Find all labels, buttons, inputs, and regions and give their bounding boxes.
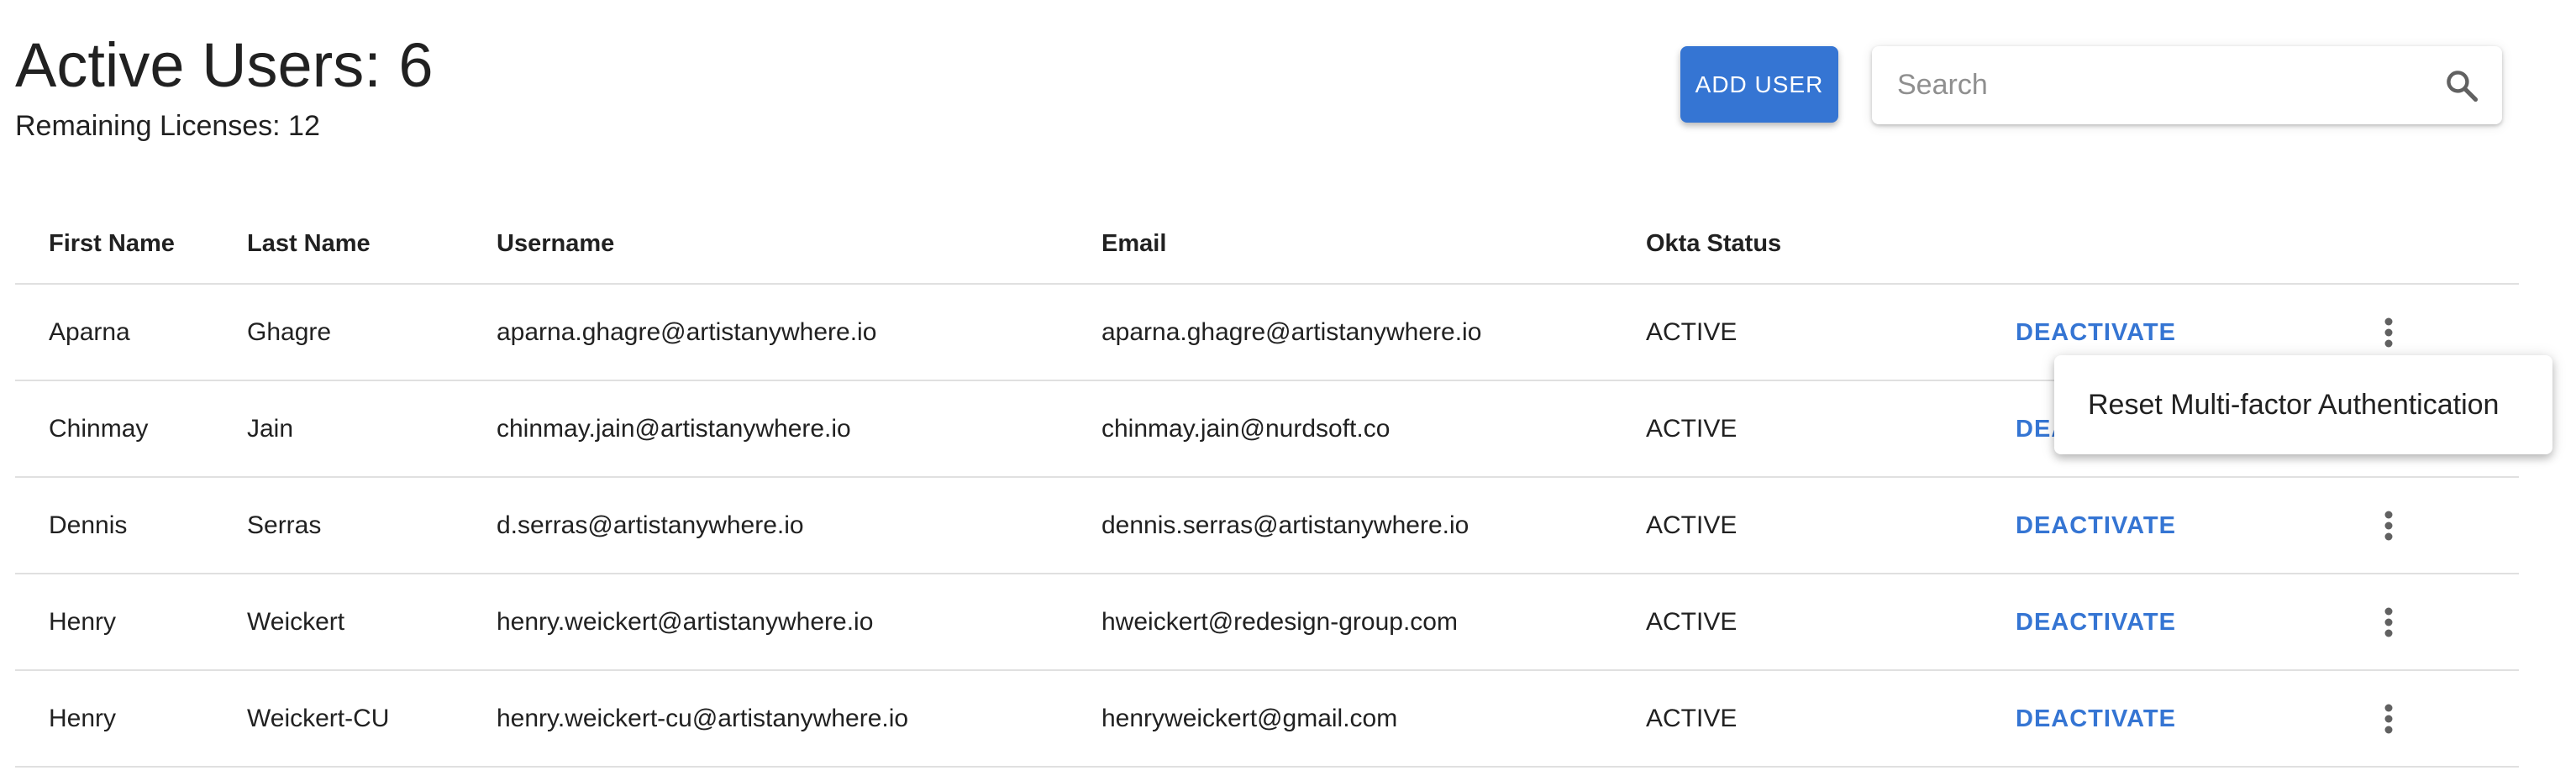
first-name-cell: Chinmay [15,380,247,478]
status-cell: ACTIVE [1646,284,2016,381]
last-name-cell: Weickert-CU [247,670,497,768]
more-cell [2352,574,2519,671]
first-name-cell: Dennis [15,477,247,574]
email-cell: aparna.ghagre@artistanywhere.io [1101,284,1646,381]
search-field [1872,46,2502,124]
column-header-username: Username [497,204,1101,285]
more-cell [2352,670,2519,768]
deactivate-button[interactable]: DEACTIVATE [2016,609,2176,636]
username-cell: henry.weickert@artistanywhere.io [497,574,1101,671]
last-name-cell: Serras [247,477,497,574]
email-cell: henryweickert@gmail.com [1101,670,1646,768]
username-cell: d.serras@artistanywhere.io [497,477,1101,574]
page-title: Active Users: 6 [15,30,434,100]
action-cell: DEACTIVATE [2016,477,2352,574]
action-cell: DEACTIVATE [2016,574,2352,671]
deactivate-button[interactable]: DEACTIVATE [2016,512,2176,539]
email-cell: chinmay.jain@nurdsoft.co [1101,380,1646,478]
first-name-cell: Aparna [15,284,247,381]
column-header-email: Email [1101,204,1646,285]
more-cell [2352,477,2519,574]
more-vert-icon[interactable] [2370,307,2407,358]
more-vert-icon[interactable] [2370,597,2407,647]
column-header-action [2016,204,2352,285]
column-header-last-name: Last Name [247,204,497,285]
table-header-row: First Name Last Name Username Email Okta… [15,204,2519,285]
first-name-cell: Henry [15,670,247,768]
last-name-cell: Ghagre [247,284,497,381]
action-cell: DEACTIVATE [2016,670,2352,768]
search-input[interactable] [1897,46,2401,124]
last-name-cell: Weickert [247,574,497,671]
deactivate-button[interactable]: DEACTIVATE [2016,705,2176,732]
reset-mfa-menu-item[interactable]: Reset Multi-factor Authentication [2054,355,2552,454]
status-cell: ACTIVE [1646,574,2016,671]
table-row: Henry Weickert henry.weickert@artistanyw… [15,574,2519,671]
row-actions-menu: Reset Multi-factor Authentication [2054,355,2552,454]
deactivate-button[interactable]: DEACTIVATE [2016,319,2176,346]
status-cell: ACTIVE [1646,670,2016,768]
column-header-more [2352,204,2519,285]
column-header-okta-status: Okta Status [1646,204,2016,285]
more-vert-icon[interactable] [2370,501,2407,551]
email-cell: dennis.serras@artistanywhere.io [1101,477,1646,574]
users-table: First Name Last Name Username Email Okta… [15,204,2519,768]
username-cell: henry.weickert-cu@artistanywhere.io [497,670,1101,768]
remaining-licenses: Remaining Licenses: 12 [15,110,320,142]
username-cell: chinmay.jain@artistanywhere.io [497,380,1101,478]
status-cell: ACTIVE [1646,380,2016,478]
column-header-first-name: First Name [15,204,247,285]
table-row: Dennis Serras d.serras@artistanywhere.io… [15,477,2519,574]
table-row: Henry Weickert-CU henry.weickert-cu@arti… [15,670,2519,768]
first-name-cell: Henry [15,574,247,671]
add-user-button[interactable]: ADD USER [1680,46,1838,123]
status-cell: ACTIVE [1646,477,2016,574]
last-name-cell: Jain [247,380,497,478]
username-cell: aparna.ghagre@artistanywhere.io [497,284,1101,381]
email-cell: hweickert@redesign-group.com [1101,574,1646,671]
more-vert-icon[interactable] [2370,694,2407,744]
search-icon[interactable] [2443,67,2480,104]
